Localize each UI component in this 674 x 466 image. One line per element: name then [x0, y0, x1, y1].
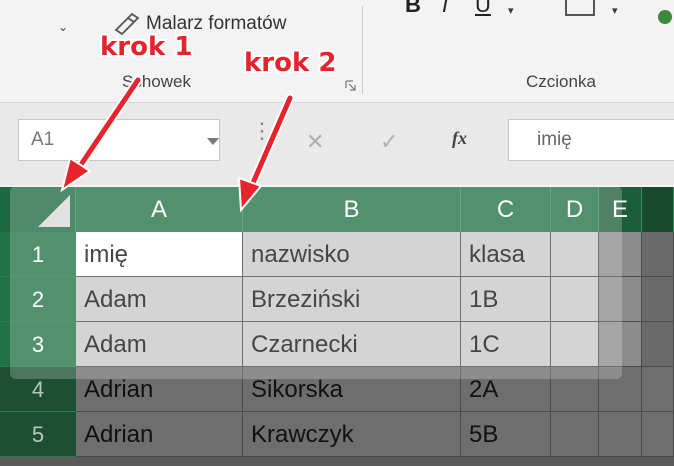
excel-window: ⌄ Malarz formatów Schowek B I U ▾ ▾ Czci…: [0, 0, 674, 466]
underline-dropdown-icon[interactable]: ▾: [508, 4, 514, 17]
cell-e2[interactable]: [599, 277, 642, 322]
table-row: 3 Adam Czarnecki 1C: [0, 322, 674, 367]
spreadsheet-grid: A B C D E 1 imię nazwisko klasa 2 Adam B…: [0, 187, 674, 466]
underline-button[interactable]: U: [475, 0, 491, 18]
italic-button[interactable]: I: [442, 0, 448, 18]
cell-b5[interactable]: Krawczyk: [243, 412, 461, 457]
cell-a4[interactable]: Adrian: [76, 367, 243, 412]
enter-icon[interactable]: ✓: [380, 129, 398, 155]
group-label-clipboard: Schowek: [122, 72, 191, 91]
select-all-button[interactable]: [0, 187, 76, 232]
name-box[interactable]: A1: [18, 119, 220, 161]
annotation-step1: krok 1: [100, 32, 193, 62]
dialog-launcher-icon[interactable]: [345, 80, 356, 91]
cell-d3[interactable]: [551, 322, 599, 367]
column-header-b[interactable]: B: [243, 187, 461, 232]
cell-d4[interactable]: [551, 367, 599, 412]
row-header-3[interactable]: 3: [0, 322, 76, 367]
cell-f2[interactable]: [642, 277, 674, 322]
group-label-font: Czcionka: [526, 72, 596, 91]
cell-f4[interactable]: [642, 367, 674, 412]
cell-b1[interactable]: nazwisko: [243, 232, 461, 277]
bold-button[interactable]: B: [405, 0, 421, 18]
cell-a3[interactable]: Adam: [76, 322, 243, 367]
ribbon-divider: [362, 6, 363, 94]
table-row: 2 Adam Brzeziński 1B: [0, 277, 674, 322]
column-header-e[interactable]: E: [599, 187, 642, 232]
cell-b3[interactable]: Czarnecki: [243, 322, 461, 367]
borders-dropdown-icon[interactable]: ▾: [612, 4, 618, 17]
table-row: 1 imię nazwisko klasa: [0, 232, 674, 277]
column-header-f[interactable]: [642, 187, 674, 232]
cell-c1[interactable]: klasa: [461, 232, 551, 277]
cell-d2[interactable]: [551, 277, 599, 322]
insert-function-button[interactable]: fx: [452, 128, 467, 149]
cell-c5[interactable]: 5B: [461, 412, 551, 457]
cell-a2[interactable]: Adam: [76, 277, 243, 322]
row-header-1[interactable]: 1: [0, 232, 76, 277]
column-header-row: A B C D E: [0, 187, 674, 232]
column-header-d[interactable]: D: [551, 187, 599, 232]
cell-d5[interactable]: [551, 412, 599, 457]
table-row: 5 Adrian Krawczyk 5B: [0, 412, 674, 457]
cell-c2[interactable]: 1B: [461, 277, 551, 322]
cell-a5[interactable]: Adrian: [76, 412, 243, 457]
annotation-step2: krok 2: [244, 48, 337, 78]
cell-e4[interactable]: [599, 367, 642, 412]
cell-b2[interactable]: Brzeziński: [243, 277, 461, 322]
row-header-4[interactable]: 4: [0, 367, 76, 412]
formula-input[interactable]: imię: [508, 119, 674, 161]
formula-bar: A1 ⋮ ✕ ✓ fx imię: [0, 103, 674, 185]
row-header-5[interactable]: 5: [0, 412, 76, 457]
borders-icon[interactable]: [565, 0, 595, 16]
name-box-dropdown-icon[interactable]: [207, 138, 219, 145]
cancel-icon[interactable]: ✕: [306, 129, 324, 155]
cell-c3[interactable]: 1C: [461, 322, 551, 367]
cell-f5[interactable]: [642, 412, 674, 457]
row-header-2[interactable]: 2: [0, 277, 76, 322]
cell-e1[interactable]: [599, 232, 642, 277]
cell-a1[interactable]: imię: [76, 232, 243, 277]
table-row: 4 Adrian Sikorska 2A: [0, 367, 674, 412]
chevron-down-icon[interactable]: ⌄: [58, 20, 68, 34]
cell-b4[interactable]: Sikorska: [243, 367, 461, 412]
cell-c4[interactable]: 2A: [461, 367, 551, 412]
cell-e5[interactable]: [599, 412, 642, 457]
cell-f3[interactable]: [642, 322, 674, 367]
cell-f1[interactable]: [642, 232, 674, 277]
column-header-a[interactable]: A: [76, 187, 243, 232]
cell-d1[interactable]: [551, 232, 599, 277]
select-all-triangle-icon: [38, 195, 70, 227]
name-box-value: A1: [31, 129, 55, 150]
column-header-c[interactable]: C: [461, 187, 551, 232]
more-options-icon[interactable]: ⋮: [251, 120, 273, 142]
formula-value: imię: [537, 129, 572, 150]
cell-e3[interactable]: [599, 322, 642, 367]
fill-color-icon[interactable]: [658, 10, 672, 24]
